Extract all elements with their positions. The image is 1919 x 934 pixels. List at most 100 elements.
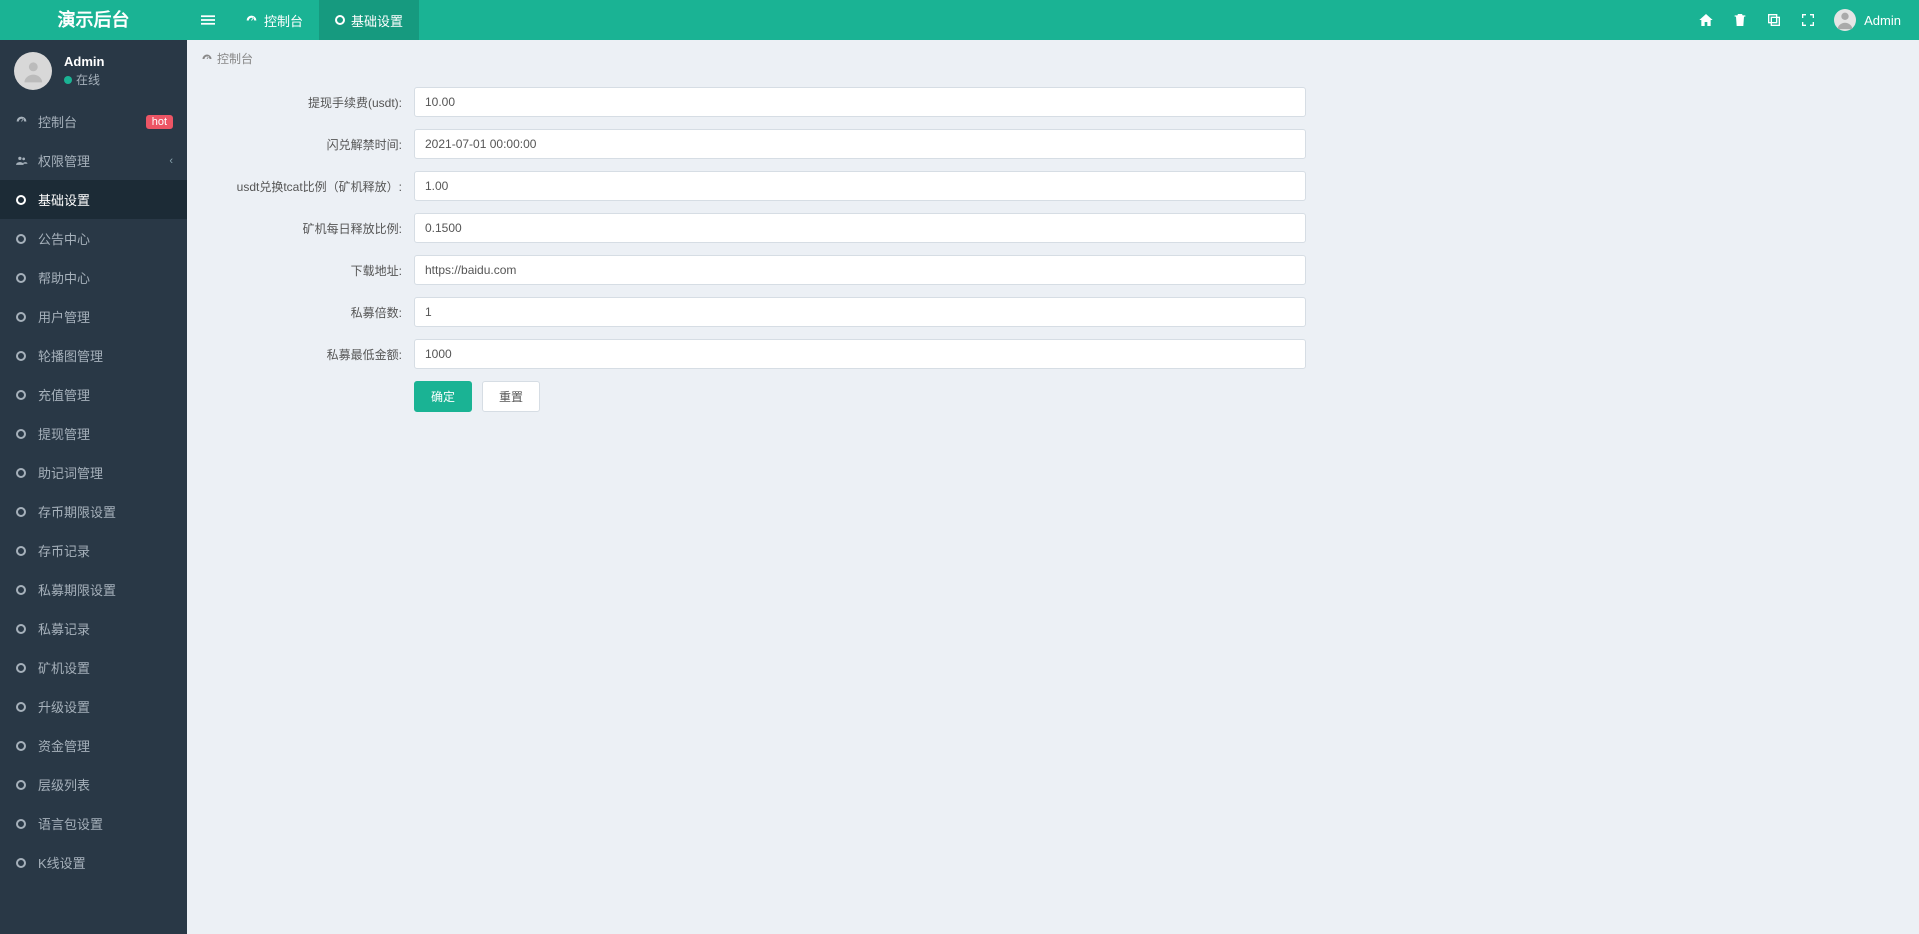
tab-label: 控制台 bbox=[264, 11, 303, 30]
breadcrumb-text: 控制台 bbox=[217, 50, 253, 67]
sidebar-item-basic-settings[interactable]: 基础设置 bbox=[0, 180, 187, 219]
breadcrumb: 控制台 bbox=[187, 40, 1919, 77]
sidebar-item-label: 权限管理 bbox=[38, 151, 90, 170]
sidebar-item-label: 存币记录 bbox=[38, 541, 90, 560]
sidebar-item-upgrade[interactable]: 升级设置 bbox=[0, 687, 187, 726]
unlock-time-input[interactable] bbox=[414, 129, 1306, 159]
sidebar-item-private-term[interactable]: 私募期限设置 bbox=[0, 570, 187, 609]
sidebar-item-label: 帮助中心 bbox=[38, 268, 90, 287]
form-row-withdraw-fee: 提现手续费(usdt): bbox=[201, 87, 1905, 117]
reset-button[interactable]: 重置 bbox=[482, 381, 540, 412]
sidebar-item-levels[interactable]: 层级列表 bbox=[0, 765, 187, 804]
sidebar-item-withdraw[interactable]: 提现管理 bbox=[0, 414, 187, 453]
sidebar-item-miner[interactable]: 矿机设置 bbox=[0, 648, 187, 687]
circle-icon bbox=[14, 468, 28, 478]
submit-button[interactable]: 确定 bbox=[414, 381, 472, 412]
form-label: 下载地址: bbox=[201, 262, 414, 279]
bars-icon bbox=[201, 13, 215, 27]
circle-icon bbox=[14, 234, 28, 244]
private-min-input[interactable] bbox=[414, 339, 1306, 369]
sidebar-item-label: 公告中心 bbox=[38, 229, 90, 248]
form-label: usdt兑换tcat比例（矿机释放）: bbox=[201, 178, 414, 195]
sidebar-item-language[interactable]: 语言包设置 bbox=[0, 804, 187, 843]
sidebar-item-label: 矿机设置 bbox=[38, 658, 90, 677]
circle-icon bbox=[14, 702, 28, 712]
download-url-input[interactable] bbox=[414, 255, 1306, 285]
home-icon[interactable] bbox=[1698, 12, 1714, 28]
tab-dashboard[interactable]: 控制台 bbox=[229, 0, 319, 40]
sidebar-item-dashboard[interactable]: 控制台 hot bbox=[0, 102, 187, 141]
sidebar-item-announcements[interactable]: 公告中心 bbox=[0, 219, 187, 258]
withdraw-fee-input[interactable] bbox=[414, 87, 1306, 117]
sidebar-item-users[interactable]: 用户管理 bbox=[0, 297, 187, 336]
top-left-group: 控制台 基础设置 bbox=[187, 0, 419, 40]
form-label: 提现手续费(usdt): bbox=[201, 94, 414, 111]
circle-icon bbox=[14, 351, 28, 361]
top-user[interactable]: Admin bbox=[1834, 9, 1901, 31]
form-row-private-min: 私募最低金额: bbox=[201, 339, 1905, 369]
sidebar-item-carousel[interactable]: 轮播图管理 bbox=[0, 336, 187, 375]
circle-icon bbox=[14, 663, 28, 673]
status-dot-icon bbox=[64, 76, 72, 84]
sidebar-item-deposit-term[interactable]: 存币期限设置 bbox=[0, 492, 187, 531]
sidebar: Admin 在线 控制台 hot 权限管理 ‹ 基础设置 bbox=[0, 40, 187, 934]
avatar-icon bbox=[14, 52, 52, 90]
circle-icon bbox=[335, 13, 345, 28]
menu-toggle[interactable] bbox=[187, 0, 229, 40]
sidebar-item-label: 助记词管理 bbox=[38, 463, 103, 482]
logo: 演示后台 bbox=[0, 0, 187, 40]
circle-icon bbox=[14, 507, 28, 517]
form-label: 闪兑解禁时间: bbox=[201, 136, 414, 153]
form-label: 私募倍数: bbox=[201, 304, 414, 321]
sidebar-item-kline[interactable]: K线设置 bbox=[0, 843, 187, 882]
user-status: 在线 bbox=[64, 71, 104, 88]
circle-icon bbox=[14, 741, 28, 751]
tab-basic-settings[interactable]: 基础设置 bbox=[319, 0, 419, 40]
copy-icon[interactable] bbox=[1766, 12, 1782, 28]
sidebar-item-funds[interactable]: 资金管理 bbox=[0, 726, 187, 765]
user-panel: Admin 在线 bbox=[0, 40, 187, 102]
form-row-unlock-time: 闪兑解禁时间: bbox=[201, 129, 1905, 159]
sidebar-item-recharge[interactable]: 充值管理 bbox=[0, 375, 187, 414]
sidebar-item-private-record[interactable]: 私募记录 bbox=[0, 609, 187, 648]
top-user-name: Admin bbox=[1864, 13, 1901, 28]
sidebar-item-help[interactable]: 帮助中心 bbox=[0, 258, 187, 297]
circle-icon bbox=[14, 858, 28, 868]
dashboard-icon bbox=[14, 115, 28, 128]
main-content: 控制台 提现手续费(usdt): 闪兑解禁时间: usdt兑换tcat比例（矿机… bbox=[187, 40, 1919, 934]
sidebar-item-label: 轮播图管理 bbox=[38, 346, 103, 365]
trash-icon[interactable] bbox=[1732, 12, 1748, 28]
top-right-group: Admin bbox=[1698, 0, 1919, 40]
circle-icon bbox=[14, 780, 28, 790]
sidebar-item-label: 控制台 bbox=[38, 112, 77, 131]
circle-icon bbox=[14, 390, 28, 400]
hot-badge: hot bbox=[146, 115, 173, 129]
circle-icon bbox=[14, 273, 28, 283]
form-row-exchange-rate: usdt兑换tcat比例（矿机释放）: bbox=[201, 171, 1905, 201]
dashboard-icon bbox=[245, 14, 258, 27]
sidebar-item-label: 语言包设置 bbox=[38, 814, 103, 833]
form-label: 矿机每日释放比例: bbox=[201, 220, 414, 237]
sidebar-item-deposit-record[interactable]: 存币记录 bbox=[0, 531, 187, 570]
fullscreen-icon[interactable] bbox=[1800, 12, 1816, 28]
sidebar-item-mnemonic[interactable]: 助记词管理 bbox=[0, 453, 187, 492]
private-multiple-input[interactable] bbox=[414, 297, 1306, 327]
sidebar-item-permissions[interactable]: 权限管理 ‹ bbox=[0, 141, 187, 180]
button-row: 确定 重置 bbox=[414, 381, 1905, 412]
sidebar-item-label: 提现管理 bbox=[38, 424, 90, 443]
sidebar-item-label: 基础设置 bbox=[38, 190, 90, 209]
form-row-download-url: 下载地址: bbox=[201, 255, 1905, 285]
sidebar-item-label: 存币期限设置 bbox=[38, 502, 116, 521]
chevron-left-icon: ‹ bbox=[169, 155, 173, 167]
sidebar-item-label: 私募期限设置 bbox=[38, 580, 116, 599]
users-icon bbox=[14, 154, 28, 167]
sidebar-item-label: 用户管理 bbox=[38, 307, 90, 326]
circle-icon bbox=[14, 819, 28, 829]
release-rate-input[interactable] bbox=[414, 213, 1306, 243]
exchange-rate-input[interactable] bbox=[414, 171, 1306, 201]
circle-icon bbox=[14, 429, 28, 439]
settings-form: 提现手续费(usdt): 闪兑解禁时间: usdt兑换tcat比例（矿机释放）:… bbox=[187, 77, 1919, 442]
sidebar-item-label: 充值管理 bbox=[38, 385, 90, 404]
circle-icon bbox=[14, 312, 28, 322]
sidebar-item-label: 资金管理 bbox=[38, 736, 90, 755]
